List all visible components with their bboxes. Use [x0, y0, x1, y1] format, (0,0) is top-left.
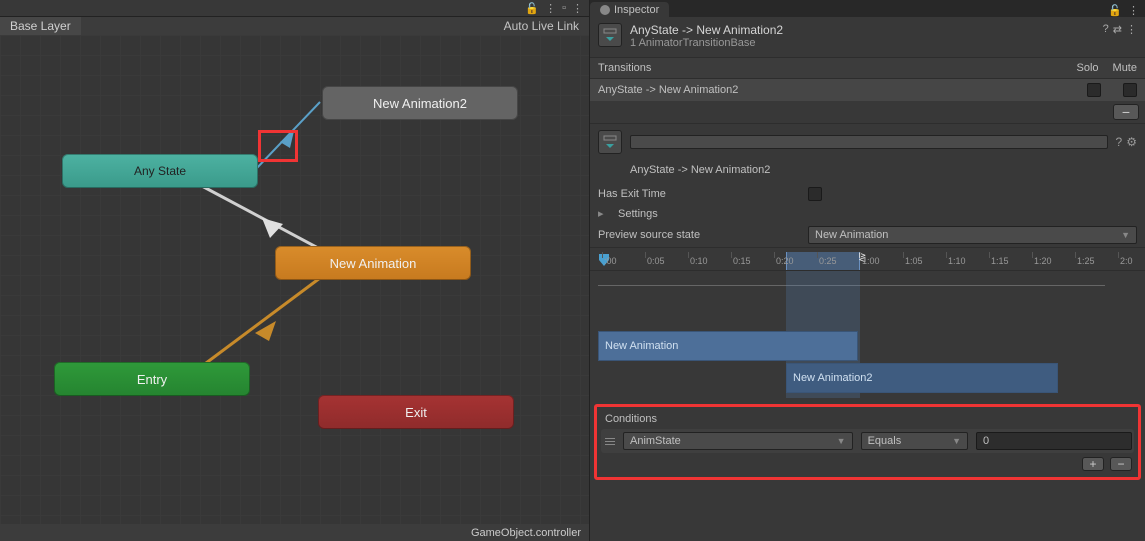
tick-label: 1:20 [1034, 256, 1052, 266]
inspector-panel: Inspector 🔓 ⋮ AnyState -> New Animation2… [590, 0, 1145, 541]
inspector-header: AnyState -> New Animation2 1 AnimatorTra… [590, 17, 1145, 57]
chevron-down-icon: ▼ [952, 436, 961, 446]
tick-label: 1:25 [1077, 256, 1095, 266]
settings-row[interactable]: ▸ Settings [590, 204, 1145, 223]
tick-label: 0:05 [647, 256, 665, 266]
has-exit-time-row: Has Exit Time [590, 184, 1145, 204]
solo-checkbox[interactable] [1087, 83, 1101, 97]
animator-panel: 🔓 ⋮ ▫ ⋮ Base Layer Auto Live Link New An… [0, 0, 590, 541]
inspector-title: AnyState -> New Animation2 [630, 23, 1095, 37]
gear-icon[interactable]: ⚙ [1126, 135, 1137, 149]
dropdown-value: New Animation [815, 229, 888, 241]
help-icon[interactable]: ? [1116, 135, 1123, 149]
tick-label: 1:15 [991, 256, 1009, 266]
maximize-icon[interactable]: ▫ [562, 2, 566, 15]
mute-checkbox[interactable] [1123, 83, 1137, 97]
state-node-new-animation[interactable]: New Animation [275, 246, 471, 280]
solo-label: Solo [1077, 62, 1099, 74]
transition-name-field[interactable] [630, 135, 1108, 149]
condition-row: AnimState ▼ Equals ▼ [601, 429, 1134, 453]
foldout-icon: ▸ [598, 207, 608, 220]
preset-icon[interactable]: ⇄ [1113, 23, 1122, 36]
footer-bar: GameObject.controller [0, 524, 589, 541]
condition-value-input[interactable] [976, 432, 1132, 450]
tab-bar: Inspector 🔓 ⋮ [590, 0, 1145, 17]
auto-live-link-button[interactable]: Auto Live Link [494, 17, 589, 35]
preview-source-label: Preview source state [598, 229, 798, 241]
info-icon [600, 5, 610, 15]
tick-label: 0:15 [733, 256, 751, 266]
conditions-section: Conditions AnimState ▼ Equals ▼ + − [594, 404, 1141, 480]
chevron-down-icon: ▼ [837, 436, 846, 446]
tick-label: 2:0 [1120, 256, 1133, 266]
dropdown-value: AnimState [630, 435, 681, 447]
add-condition-button[interactable]: + [1082, 457, 1104, 471]
tick-label: 0:20 [776, 256, 794, 266]
preview-source-dropdown[interactable]: New Animation ▼ [808, 226, 1137, 244]
settings-label: Settings [618, 208, 658, 220]
clip-2[interactable]: New Animation2 [786, 363, 1058, 393]
chevron-down-icon: ▼ [1121, 230, 1130, 240]
transition-timeline[interactable]: ⧎ :000:050:100:150:200:251:001:051:101:1… [590, 247, 1145, 398]
menu-icon[interactable]: ⋮ [572, 2, 583, 15]
remove-condition-button[interactable]: − [1110, 457, 1132, 471]
tick-label: 1:10 [948, 256, 966, 266]
state-node-entry[interactable]: Entry [54, 362, 250, 396]
remove-transition-button[interactable]: − [1113, 104, 1139, 120]
state-node-any-state[interactable]: Any State [62, 154, 258, 188]
timeline-ruler[interactable]: ⧎ :000:050:100:150:200:251:001:051:101:1… [590, 252, 1145, 270]
tick-label: 0:10 [690, 256, 708, 266]
has-exit-time-checkbox[interactable] [808, 187, 822, 201]
tick-label: 1:00 [862, 256, 880, 266]
help-icon[interactable]: ? [1103, 23, 1109, 36]
transitions-section-head: Transitions Solo Mute [590, 57, 1145, 79]
inspector-subtitle: 1 AnimatorTransitionBase [630, 37, 1095, 49]
transition-item-label: AnyState -> New Animation2 [598, 84, 738, 96]
transition-highlight [258, 130, 298, 162]
transition-editor-row: ? ⚙ [590, 123, 1145, 160]
panel-top-bar: 🔓 ⋮ ▫ ⋮ [0, 0, 589, 17]
menu-icon[interactable]: ⋮ [1128, 4, 1139, 17]
conditions-label: Conditions [601, 409, 1134, 429]
tick-label: 1:05 [905, 256, 923, 266]
transitions-label: Transitions [598, 62, 651, 74]
condition-operator-dropdown[interactable]: Equals ▼ [861, 432, 968, 450]
mute-label: Mute [1113, 62, 1137, 74]
lock-icon[interactable]: 🔓 [1108, 4, 1122, 17]
transition-list-item[interactable]: AnyState -> New Animation2 [590, 79, 1145, 101]
breadcrumb[interactable]: Base Layer [0, 17, 81, 35]
state-node-new-animation2[interactable]: New Animation2 [322, 86, 518, 120]
tab-inspector[interactable]: Inspector [590, 2, 669, 17]
animator-graph[interactable]: New Animation2 Any State New Animation E… [0, 35, 589, 524]
tick-label: 0:25 [819, 256, 837, 266]
has-exit-time-label: Has Exit Time [598, 188, 798, 200]
drag-handle-icon[interactable] [603, 435, 615, 447]
tab-label: Inspector [614, 4, 659, 16]
tick-label: :00 [604, 256, 617, 266]
state-node-exit[interactable]: Exit [318, 395, 514, 429]
dock-menu-icon[interactable]: ⋮ [545, 2, 556, 15]
dropdown-value: Equals [868, 435, 902, 447]
preview-source-row: Preview source state New Animation ▼ [590, 223, 1145, 247]
transition-icon [598, 130, 622, 154]
menu-icon[interactable]: ⋮ [1126, 23, 1137, 36]
timeline-tracks[interactable]: New Animation New Animation2 [590, 270, 1145, 398]
condition-parameter-dropdown[interactable]: AnimState ▼ [623, 432, 853, 450]
transition-name-display: AnyState -> New Animation2 [590, 160, 1145, 184]
lock-icon[interactable]: 🔓 [525, 2, 539, 15]
clip-1[interactable]: New Animation [598, 331, 858, 361]
breadcrumb-bar: Base Layer Auto Live Link [0, 17, 589, 35]
transition-icon [598, 23, 622, 47]
